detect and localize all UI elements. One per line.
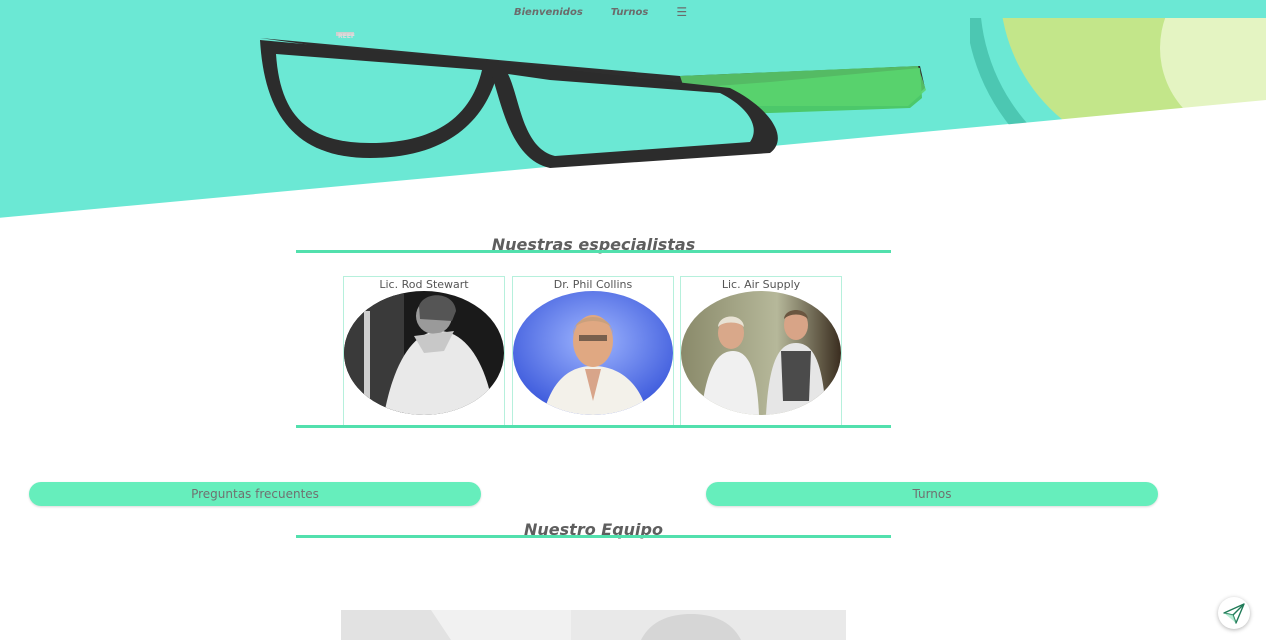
specialist-name: Lic. Air Supply [721, 278, 801, 291]
specialist-name: Dr. Phil Collins [553, 278, 633, 291]
team-rule [296, 535, 891, 538]
specialist-photo [513, 291, 673, 415]
specialist-name: Lic. Rod Stewart [379, 278, 469, 291]
specialist-photo [344, 291, 504, 415]
lemon-slice-image [970, 18, 1266, 128]
specialist-photo [681, 291, 841, 415]
faq-button[interactable]: Preguntas frecuentes [29, 482, 481, 506]
eyeglasses-image: REEF [260, 32, 926, 168]
specialist-card[interactable]: Dr. Phil Collins [512, 276, 674, 426]
glasses-brand-text: REEF [338, 33, 355, 40]
top-navigation: Bienvenidos Turnos ☰ [514, 4, 687, 20]
team-photo [341, 610, 846, 640]
paper-plane-icon[interactable] [1218, 597, 1250, 629]
specialists-top-rule [296, 250, 891, 253]
nav-item-bienvenidos[interactable]: Bienvenidos [514, 7, 583, 18]
specialist-card[interactable]: Lic. Air Supply [680, 276, 842, 426]
specialists-bottom-rule [296, 425, 891, 428]
nav-item-turnos[interactable]: Turnos [611, 7, 649, 18]
specialist-card[interactable]: Lic. Rod Stewart [343, 276, 505, 426]
turnos-button[interactable]: Turnos [706, 482, 1158, 506]
hamburger-menu-icon[interactable]: ☰ [676, 5, 687, 19]
